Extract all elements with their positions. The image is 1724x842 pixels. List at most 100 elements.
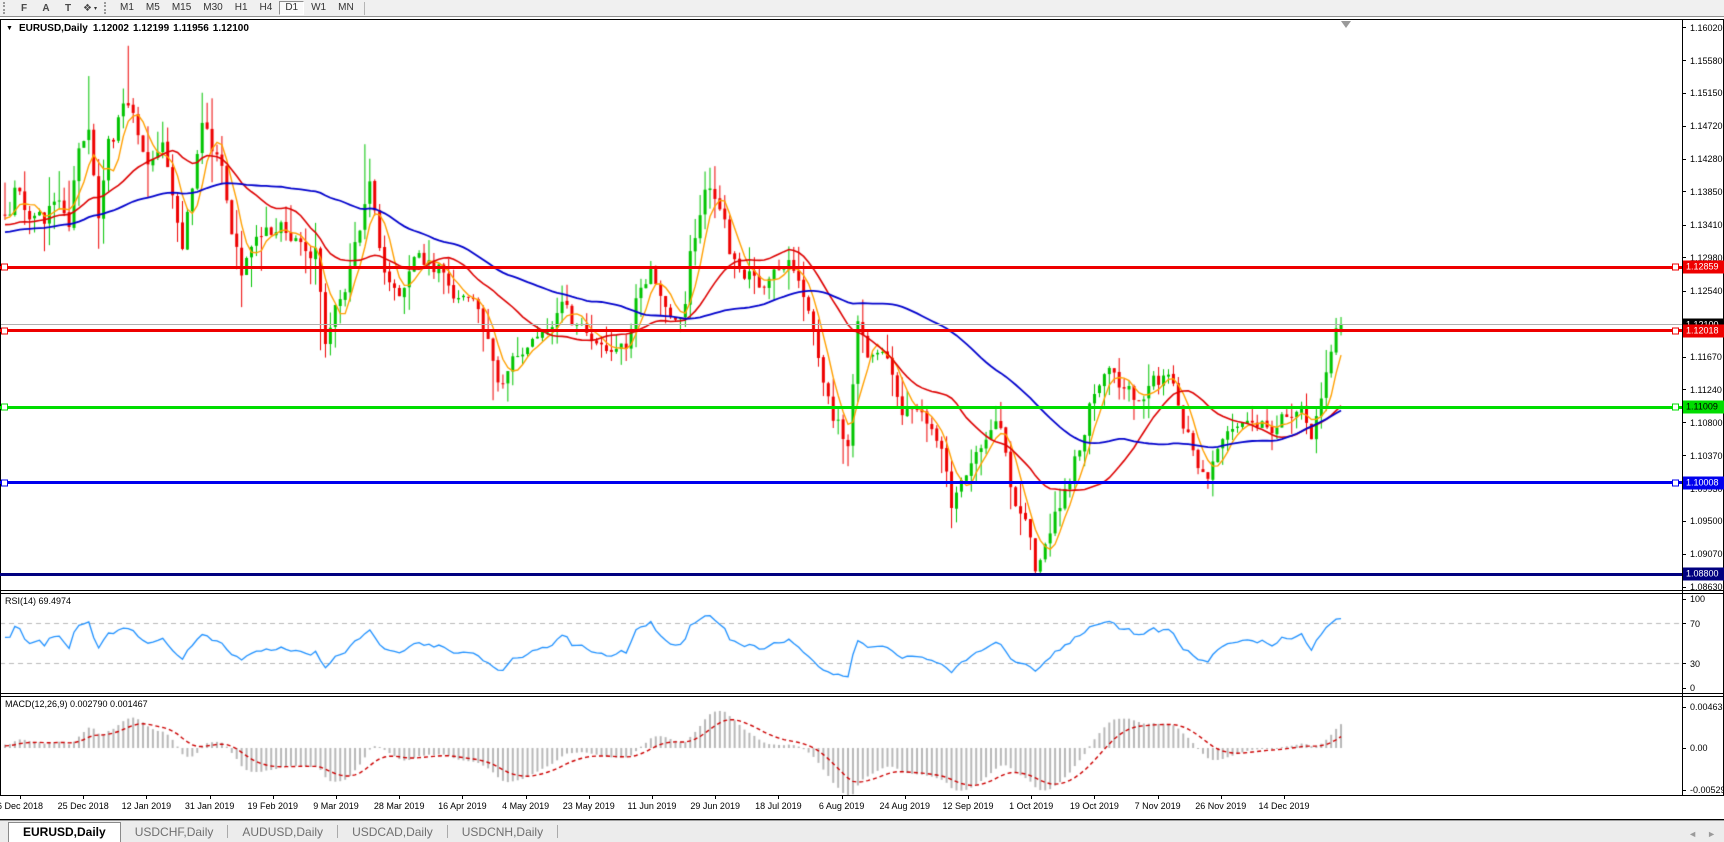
tab-USDCNH-Daily[interactable]: USDCNH,Daily bbox=[448, 822, 557, 842]
chart-border-top bbox=[0, 19, 1724, 20]
macd-axis-tick-label: 0.00 bbox=[1690, 743, 1708, 753]
chart-border-bottom bbox=[0, 795, 1724, 796]
hline-price-tag-1.12859: 1.12859 bbox=[1683, 261, 1724, 274]
price-axis-tick-mark bbox=[1682, 159, 1686, 160]
price-axis-tick-mark bbox=[1682, 27, 1686, 28]
macd-label: MACD(12,26,9) 0.002790 0.001467 bbox=[5, 699, 148, 709]
date-label: 18 Jul 2019 bbox=[755, 801, 802, 811]
hline-1.10008[interactable] bbox=[0, 481, 1682, 484]
date-label: 6 Dec 2018 bbox=[0, 801, 43, 811]
date-label: 28 Mar 2019 bbox=[374, 801, 425, 811]
date-tick-mark bbox=[1094, 796, 1095, 799]
shapes-tool-icon[interactable]: ❖▾ bbox=[80, 1, 100, 16]
macd-axis-tick-mark bbox=[1682, 790, 1686, 791]
shapes-dropdown-icon[interactable]: ▾ bbox=[94, 5, 97, 12]
timeframe-button-M5[interactable]: M5 bbox=[141, 1, 165, 15]
price-axis-tick-label: 1.09070 bbox=[1690, 549, 1723, 559]
fibonacci-tool-icon[interactable]: F bbox=[14, 1, 34, 16]
hline-handle-right[interactable] bbox=[1672, 404, 1679, 411]
hline-handle-right[interactable] bbox=[1672, 479, 1679, 486]
date-tick-mark bbox=[1031, 796, 1032, 799]
hline-handle-right[interactable] bbox=[1672, 327, 1679, 334]
price-axis-tick-label: 1.16020 bbox=[1690, 23, 1723, 33]
rsi-axis-tick-label: 30 bbox=[1690, 659, 1700, 669]
date-label: 9 Mar 2019 bbox=[313, 801, 359, 811]
date-tick-mark bbox=[1221, 796, 1222, 799]
timeframe-button-H1[interactable]: H1 bbox=[230, 1, 253, 15]
price-axis-tick-mark bbox=[1682, 225, 1686, 226]
toolbar-grip[interactable] bbox=[3, 2, 8, 14]
date-tick-mark bbox=[715, 796, 716, 799]
chart-shift-marker[interactable] bbox=[1341, 21, 1351, 28]
tab-USDCHF-Daily[interactable]: USDCHF,Daily bbox=[121, 822, 228, 842]
date-tick-mark bbox=[462, 796, 463, 799]
macd-axis-tick-label: 0.00463 bbox=[1690, 702, 1723, 712]
rsi-axis-tick-label: 100 bbox=[1690, 594, 1705, 604]
timeframe-button-H4[interactable]: H4 bbox=[255, 1, 278, 15]
ohlc-close: 1.12100 bbox=[213, 23, 249, 34]
tab-scroll-right-icon[interactable]: ► bbox=[1707, 829, 1716, 839]
date-label: 4 May 2019 bbox=[502, 801, 549, 811]
hline-handle-left[interactable] bbox=[1, 404, 8, 411]
date-tick-mark bbox=[146, 796, 147, 799]
timeframe-button-MN[interactable]: MN bbox=[333, 1, 359, 15]
hline-handle-left[interactable] bbox=[1, 479, 8, 486]
rsi-indicator-canvas[interactable] bbox=[0, 594, 1682, 693]
timeframe-button-M15[interactable]: M15 bbox=[167, 1, 196, 15]
ohlc-high: 1.12199 bbox=[133, 23, 169, 34]
date-label: 26 Nov 2019 bbox=[1195, 801, 1246, 811]
price-axis-tick-mark bbox=[1682, 126, 1686, 127]
rsi-axis-tick-label: 70 bbox=[1690, 619, 1700, 629]
timeframes-toolbar: M1M5M15M30H1H4D1W1MN bbox=[114, 1, 360, 15]
pane-separator[interactable] bbox=[0, 696, 1724, 697]
date-tick-mark bbox=[20, 796, 21, 799]
hline-1.08800[interactable] bbox=[0, 573, 1682, 576]
candlestick-chart-canvas[interactable] bbox=[0, 20, 1682, 590]
pane-separator[interactable] bbox=[0, 693, 1724, 694]
chevron-down-icon[interactable]: ▼ bbox=[6, 25, 13, 32]
tab-scroll-left-icon[interactable]: ◄ bbox=[1688, 829, 1697, 839]
hline-price-tag-1.11009: 1.11009 bbox=[1683, 401, 1724, 414]
tab-EURUSD-Daily[interactable]: EURUSD,Daily bbox=[8, 822, 121, 842]
hline-handle-left[interactable] bbox=[1, 327, 8, 334]
date-label: 25 Dec 2018 bbox=[58, 801, 109, 811]
timeframe-button-W1[interactable]: W1 bbox=[306, 1, 331, 15]
price-axis-tick-label: 1.15150 bbox=[1690, 88, 1723, 98]
rsi-axis-tick-mark bbox=[1682, 599, 1686, 600]
label-tool-icon[interactable]: T bbox=[58, 1, 78, 16]
macd-indicator-canvas[interactable] bbox=[0, 697, 1682, 795]
chart-symbol-label: EURUSD,Daily bbox=[19, 23, 88, 34]
ohlc-open: 1.12002 bbox=[93, 23, 129, 34]
tab-USDCAD-Daily[interactable]: USDCAD,Daily bbox=[338, 822, 447, 842]
price-axis-tick-label: 1.11670 bbox=[1690, 352, 1722, 362]
price-axis-tick-mark bbox=[1682, 389, 1686, 390]
tab-AUDUSD-Daily[interactable]: AUDUSD,Daily bbox=[228, 822, 337, 842]
timeframe-button-M1[interactable]: M1 bbox=[115, 1, 139, 15]
line-studies-toolbar: FAT❖▾ bbox=[13, 1, 101, 16]
date-label: 14 Dec 2019 bbox=[1258, 801, 1309, 811]
price-axis-tick-label: 1.15580 bbox=[1690, 56, 1723, 66]
hline-1.11009[interactable] bbox=[0, 406, 1682, 409]
date-label: 19 Feb 2019 bbox=[248, 801, 299, 811]
date-tick-mark bbox=[778, 796, 779, 799]
hline-handle-left[interactable] bbox=[1, 264, 8, 271]
price-axis-tick-mark bbox=[1682, 422, 1686, 423]
rsi-axis-tick-mark bbox=[1682, 663, 1686, 664]
price-axis-tick-label: 1.10800 bbox=[1690, 418, 1723, 428]
date-label: 1 Oct 2019 bbox=[1009, 801, 1053, 811]
macd-axis-tick-mark bbox=[1682, 707, 1686, 708]
pane-separator[interactable] bbox=[0, 590, 1724, 591]
chart-header[interactable]: ▼ EURUSD,Daily 1.12002 1.12199 1.11956 1… bbox=[6, 23, 249, 34]
timeframe-button-M30[interactable]: M30 bbox=[198, 1, 227, 15]
timeframe-button-D1[interactable]: D1 bbox=[279, 1, 304, 15]
hline-1.12018[interactable] bbox=[0, 329, 1682, 332]
price-axis-tick-mark bbox=[1682, 521, 1686, 522]
hline-1.12859[interactable] bbox=[0, 266, 1682, 269]
text-tool-icon[interactable]: A bbox=[36, 1, 56, 16]
toolbar-grip[interactable] bbox=[104, 2, 109, 14]
pane-separator[interactable] bbox=[0, 593, 1724, 594]
hline-handle-right[interactable] bbox=[1672, 264, 1679, 271]
date-label: 31 Jan 2019 bbox=[185, 801, 235, 811]
macd-axis-tick-mark bbox=[1682, 748, 1686, 749]
tab-scroll-arrows: ◄ ► bbox=[1688, 829, 1716, 839]
